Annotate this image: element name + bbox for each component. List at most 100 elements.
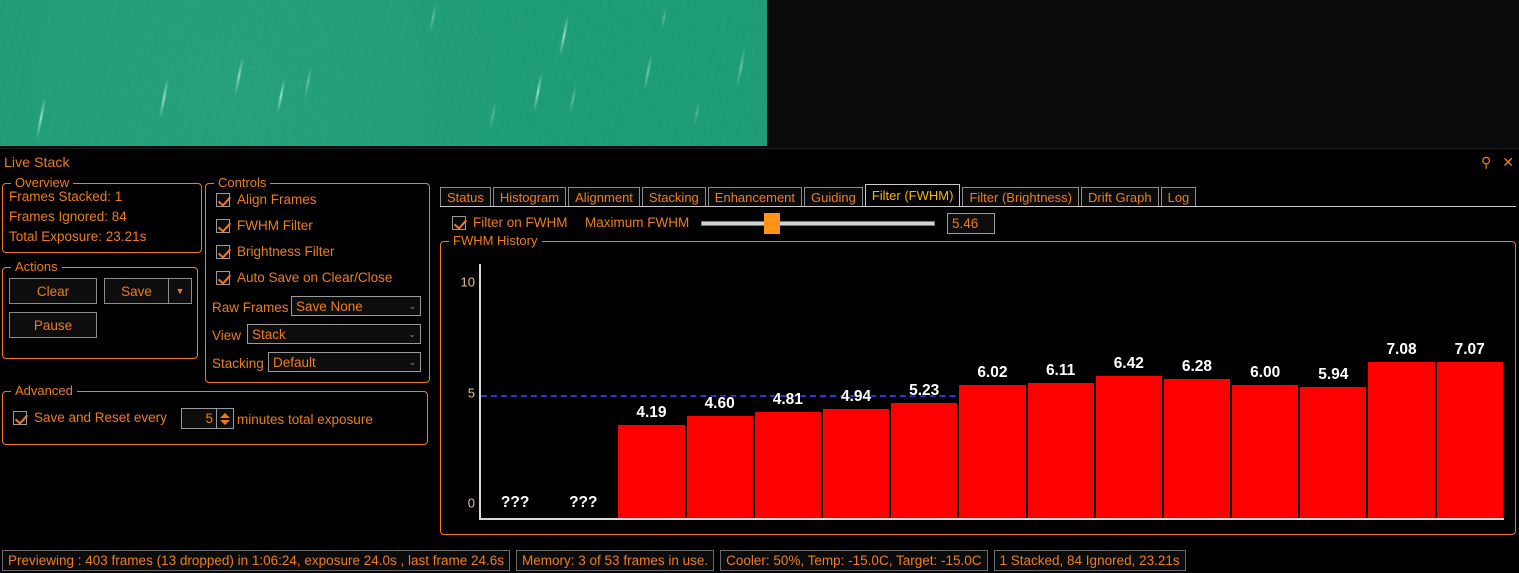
status-cell-1: Previewing : 403 frames (13 dropped) in … [2,550,511,571]
pin-icon[interactable]: ⚲ [1481,155,1491,169]
bar-slot: 5.23 [890,264,959,518]
tab-alignment[interactable]: Alignment [568,187,640,207]
status-bar: Previewing : 403 frames (13 dropped) in … [0,548,1519,573]
fwhm-filter-checkbox[interactable] [216,218,230,233]
bar-value-label: 6.11 [1045,362,1076,380]
bar [1299,386,1368,518]
save-and-reset-label: Save and Reset every [34,410,167,425]
brightness-filter-checkbox[interactable] [216,244,230,259]
bar-slot: 4.94 [821,264,891,518]
bar [958,385,1027,518]
bar-slot: 6.28 [1162,264,1232,518]
app-root: Live Stack ⚲ ✕ Overview Frames Stacked: … [0,0,1519,573]
tab-guiding[interactable]: Guiding [804,187,863,207]
save-button[interactable]: Save [104,278,169,304]
bar-slot: 6.11 [1026,264,1095,518]
bar-slot: 6.00 [1231,264,1300,518]
advanced-group: Advanced Save and Reset every 5 minutes … [2,383,428,445]
bar [753,411,822,518]
bar-slot: 7.08 [1367,264,1436,518]
page-title: Live Stack [4,154,70,170]
overview-group: Overview Frames Stacked: 1 Frames Ignore… [2,175,202,253]
close-icon[interactable]: ✕ [1502,155,1514,169]
controls-legend: Controls [214,175,271,190]
bar [1435,361,1504,518]
status-cell-2: Memory: 3 of 53 frames in use. [516,550,715,571]
tab-log[interactable]: Log [1160,187,1197,207]
align-frames-checkbox[interactable] [216,192,230,207]
y-axis-tick-label: 0 [467,495,475,511]
view-value: Stack [252,326,286,342]
bar-value-label: 5.94 [1318,365,1349,383]
preview-area [0,0,1519,148]
bar-value-label: 5.23 [909,381,940,399]
bar [685,416,754,518]
live-stack-preview[interactable] [0,0,767,146]
bar-empty-label: ??? [500,494,530,511]
bar [1367,361,1436,518]
panel-window-buttons: ⚲ ✕ [1481,155,1514,169]
bar [1094,376,1163,518]
clear-button[interactable]: Clear [9,278,97,304]
bar-slot: ??? [549,264,617,518]
frames-ignored-value: Frames Ignored: 84 [9,209,127,224]
filter-on-fwhm-row: Filter on FWHM [452,215,568,230]
overview-legend: Overview [11,175,74,190]
fwhm-history-group: FWHM History 0 5 10 ?????? 4.19 4.60 4.81 4.94… [440,233,1516,535]
bar [890,402,959,518]
bar-slot: 5.94 [1299,264,1368,518]
stacking-select[interactable]: Default ⌄ [268,352,421,372]
bar-value-label: 4.94 [840,387,872,405]
bar [821,408,891,518]
tabstrip: Status Histogram Alignment Stacking Enhancem… [440,184,1198,207]
bar-value-label: 6.42 [1113,355,1144,373]
save-and-reset-row: Save and Reset every [13,410,167,425]
bar [617,425,686,518]
bar-value-label: 7.08 [1386,340,1417,358]
auto-save-label: Auto Save on Clear/Close [237,270,393,285]
auto-save-checkbox[interactable] [216,270,230,285]
tab-enhancement[interactable]: Enhancement [707,187,803,207]
brightness-filter-row: Brightness Filter [216,244,335,259]
filter-on-fwhm-label: Filter on FWHM [473,215,568,230]
save-and-reset-checkbox[interactable] [13,410,27,425]
auto-save-row: Auto Save on Clear/Close [216,270,392,285]
bar-slot: 7.07 [1435,264,1504,518]
reset-minutes-stepper[interactable]: 5 [181,408,234,429]
tab-filter-fwhm[interactable]: Filter (FWHM) [864,184,961,207]
reset-minutes-arrows[interactable] [216,409,233,428]
maximum-fwhm-slider-thumb[interactable] [764,213,780,234]
bar-value-label: 4.19 [636,404,667,422]
actions-legend: Actions [11,259,62,274]
tab-filter-brightness[interactable]: Filter (Brightness) [962,187,1080,207]
pause-button[interactable]: Pause [9,312,97,338]
reset-minutes-value[interactable]: 5 [182,409,216,428]
view-label: View [212,328,242,343]
save-dropdown-button[interactable]: ▼ [168,278,192,304]
bar [1162,379,1232,518]
bar-empty-label: ??? [569,494,598,511]
maximum-fwhm-value[interactable]: 5.46 [947,213,995,234]
tab-stacking[interactable]: Stacking [641,187,706,207]
controls-group: Controls Align Frames FWHM Filter Bright… [205,175,430,383]
maximum-fwhm-slider-track[interactable] [701,221,935,226]
total-exposure-value: Total Exposure: 23.21s [9,229,147,244]
chevron-down-icon: ⌄ [408,300,416,311]
view-select[interactable]: Stack ⌄ [247,324,421,344]
fwhm-filter-row: FWHM Filter [216,218,313,233]
tab-histogram[interactable]: Histogram [492,187,567,207]
actions-group: Actions Clear Save ▼ Pause [2,259,198,359]
align-frames-row: Align Frames [216,192,317,207]
brightness-filter-label: Brightness Filter [237,244,335,259]
filter-on-fwhm-checkbox[interactable] [452,215,466,230]
bar-slot: 6.42 [1094,264,1163,518]
fwhm-history-legend: FWHM History [449,233,542,248]
bar-series: ?????? 4.19 4.60 4.81 4.94 5.23 6.02 6.11 6.42 6.… [481,264,1504,518]
bar-slot: 4.19 [617,264,686,518]
raw-frames-select[interactable]: Save None ⌄ [291,296,421,316]
bar-value-label: 6.00 [1250,364,1281,382]
bar-value-label: 4.60 [704,395,735,413]
bar [1026,383,1095,518]
tab-status[interactable]: Status [440,187,491,207]
tab-drift-graph[interactable]: Drift Graph [1081,187,1159,207]
